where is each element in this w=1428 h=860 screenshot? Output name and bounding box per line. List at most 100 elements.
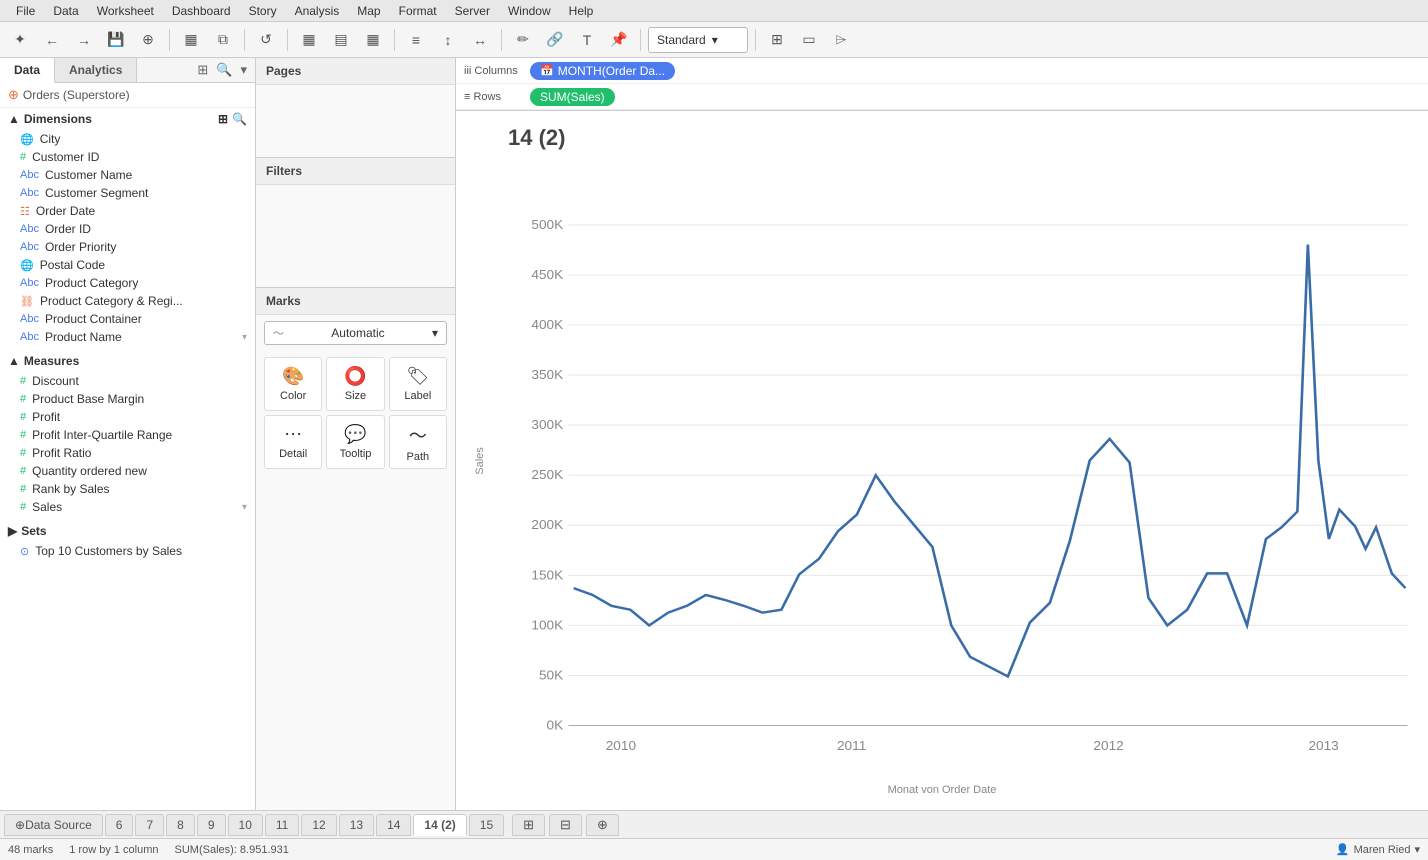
add-sheet-btn[interactable]: ▦ (177, 27, 205, 53)
view-btn[interactable]: ▦ (359, 27, 387, 53)
field-productcategory[interactable]: Abc Product Category (0, 274, 255, 292)
abc-icon4: Abc (20, 241, 39, 253)
columns-pill[interactable]: 📅 MONTH(Order Da... (530, 62, 675, 80)
field-top10customers[interactable]: ⊙ Top 10 Customers by Sales (0, 542, 255, 560)
dimensions-search-icon[interactable]: 🔍 (232, 112, 247, 126)
field-customerid[interactable]: # Customer ID (0, 148, 255, 166)
field-postalcode[interactable]: 🌐 Postal Code (0, 256, 255, 274)
globe-icon2: 🌐 (20, 259, 34, 272)
menu-analysis[interactable]: Analysis (287, 2, 348, 20)
tab-data[interactable]: Data (0, 58, 55, 83)
tab-10[interactable]: 10 (228, 814, 263, 836)
tab-11[interactable]: 11 (265, 814, 299, 836)
pin-btn[interactable]: 📌 (605, 27, 633, 53)
marks-detail-btn[interactable]: ⋯ Detail (264, 415, 322, 469)
marks-type-dropdown[interactable]: 〜 Automatic ▾ (264, 321, 447, 345)
menu-format[interactable]: Format (391, 2, 445, 20)
tab-15[interactable]: 15 (469, 814, 504, 836)
menu-dashboard[interactable]: Dashboard (164, 2, 239, 20)
sets-header[interactable]: ▶ Sets (0, 520, 255, 542)
share-btn[interactable]: ⌲ (827, 27, 855, 53)
marks-label-btn[interactable]: 🏷 Label (389, 357, 447, 411)
search-icon[interactable]: 🔍 (214, 60, 234, 80)
tab-datasource[interactable]: ⊕ Data Source (4, 814, 103, 836)
sep4 (394, 29, 395, 51)
tab-7[interactable]: 7 (135, 814, 164, 836)
field-customername[interactable]: Abc Customer Name (0, 166, 255, 184)
tab-14-2[interactable]: 14 (2) (413, 814, 466, 836)
show-me-btn[interactable]: ▦ (295, 27, 323, 53)
sort-btn[interactable]: ↔ (466, 27, 494, 53)
menu-bar: File Data Worksheet Dashboard Story Anal… (0, 0, 1428, 22)
menu-data[interactable]: Data (45, 2, 86, 20)
tab-8[interactable]: 8 (166, 814, 195, 836)
marks-path-btn[interactable]: 〜 Path (389, 415, 447, 469)
y-axis-label: Sales (474, 447, 486, 475)
menu-story[interactable]: Story (241, 2, 285, 20)
cols-btn[interactable]: ↕ (434, 27, 462, 53)
marks-tooltip-btn[interactable]: 💬 Tooltip (326, 415, 384, 469)
grid-icon[interactable]: ⊞ (195, 60, 210, 80)
field-profit[interactable]: # Profit (0, 408, 255, 426)
field-quantityordered[interactable]: # Quantity ordered new (0, 462, 255, 480)
menu-worksheet[interactable]: Worksheet (89, 2, 162, 20)
dimensions-grid-icon[interactable]: ⊞ (218, 112, 228, 126)
menu-map[interactable]: Map (349, 2, 388, 20)
menu-window[interactable]: Window (500, 2, 559, 20)
tab-analytics[interactable]: Analytics (55, 58, 137, 82)
field-productbasemargin[interactable]: # Product Base Margin (0, 390, 255, 408)
field-city[interactable]: 🌐 City (0, 130, 255, 148)
marks-color-btn[interactable]: 🎨 Color (264, 357, 322, 411)
sheet-icon3[interactable]: ⊕ (586, 814, 619, 836)
abc-icon2: Abc (20, 187, 39, 199)
tooltip-label: Tooltip (340, 448, 372, 460)
menu-help[interactable]: Help (561, 2, 602, 20)
device-btn[interactable]: ⊞ (763, 27, 791, 53)
svg-text:250K: 250K (531, 468, 563, 482)
menu-server[interactable]: Server (447, 2, 498, 20)
refresh-btn[interactable]: ↺ (252, 27, 280, 53)
duplicate-btn[interactable]: ⧉ (209, 27, 237, 53)
sheet-icon2[interactable]: ⊟ (549, 814, 582, 836)
status-bar: 48 marks 1 row by 1 column SUM(Sales): 8… (0, 838, 1428, 860)
sheet-icon1[interactable]: ⊞ (512, 814, 545, 836)
save-btn[interactable]: 💾 (102, 27, 130, 53)
present-btn[interactable]: ▭ (795, 27, 823, 53)
text-btn[interactable]: T (573, 27, 601, 53)
field-orderid[interactable]: Abc Order ID (0, 220, 255, 238)
user-dropdown-icon[interactable]: ▾ (1414, 843, 1420, 856)
link-btn[interactable]: 🔗 (541, 27, 569, 53)
field-productname[interactable]: Abc Product Name ▾ (0, 328, 255, 346)
add-field-icon[interactable]: ▾ (238, 60, 249, 80)
marks-size-btn[interactable]: ⭕ Size (326, 357, 384, 411)
field-orderpriority[interactable]: Abc Order Priority (0, 238, 255, 256)
tab-6[interactable]: 6 (105, 814, 134, 836)
field-productcontainer[interactable]: Abc Product Container (0, 310, 255, 328)
forward-btn[interactable]: → (70, 27, 98, 53)
field-orderdate[interactable]: ☷ Order Date (0, 202, 255, 220)
field-profitinterquartile[interactable]: # Profit Inter-Quartile Range (0, 426, 255, 444)
datasource-icon: ⊕ (8, 87, 19, 103)
field-productcategoryregi[interactable]: ⛓ Product Category & Regi... (0, 292, 255, 310)
home-btn[interactable]: ✦ (6, 27, 34, 53)
rows-btn[interactable]: ≡ (402, 27, 430, 53)
rows-pill[interactable]: SUM(Sales) (530, 88, 615, 106)
field-sales[interactable]: # Sales ▾ (0, 498, 255, 516)
field-discount[interactable]: # Discount (0, 372, 255, 390)
standard-dropdown[interactable]: Standard ▾ (648, 27, 748, 53)
measures-header[interactable]: ▲ Measures (0, 350, 255, 372)
field-profitratio[interactable]: # Profit Ratio (0, 444, 255, 462)
datasource-name[interactable]: Orders (Superstore) (23, 88, 130, 102)
pen-btn[interactable]: ✏ (509, 27, 537, 53)
back-btn[interactable]: ← (38, 27, 66, 53)
tab-14[interactable]: 14 (376, 814, 411, 836)
menu-file[interactable]: File (8, 2, 43, 20)
dimensions-header[interactable]: ▲ Dimensions ⊞ 🔍 (0, 108, 255, 130)
tab-9[interactable]: 9 (197, 814, 226, 836)
field-customersegment[interactable]: Abc Customer Segment (0, 184, 255, 202)
tab-13[interactable]: 13 (339, 814, 374, 836)
tab-12[interactable]: 12 (301, 814, 336, 836)
new-datasource-btn[interactable]: ⊕ (134, 27, 162, 53)
fit-btn[interactable]: ▤ (327, 27, 355, 53)
field-rankbysales[interactable]: # Rank by Sales (0, 480, 255, 498)
